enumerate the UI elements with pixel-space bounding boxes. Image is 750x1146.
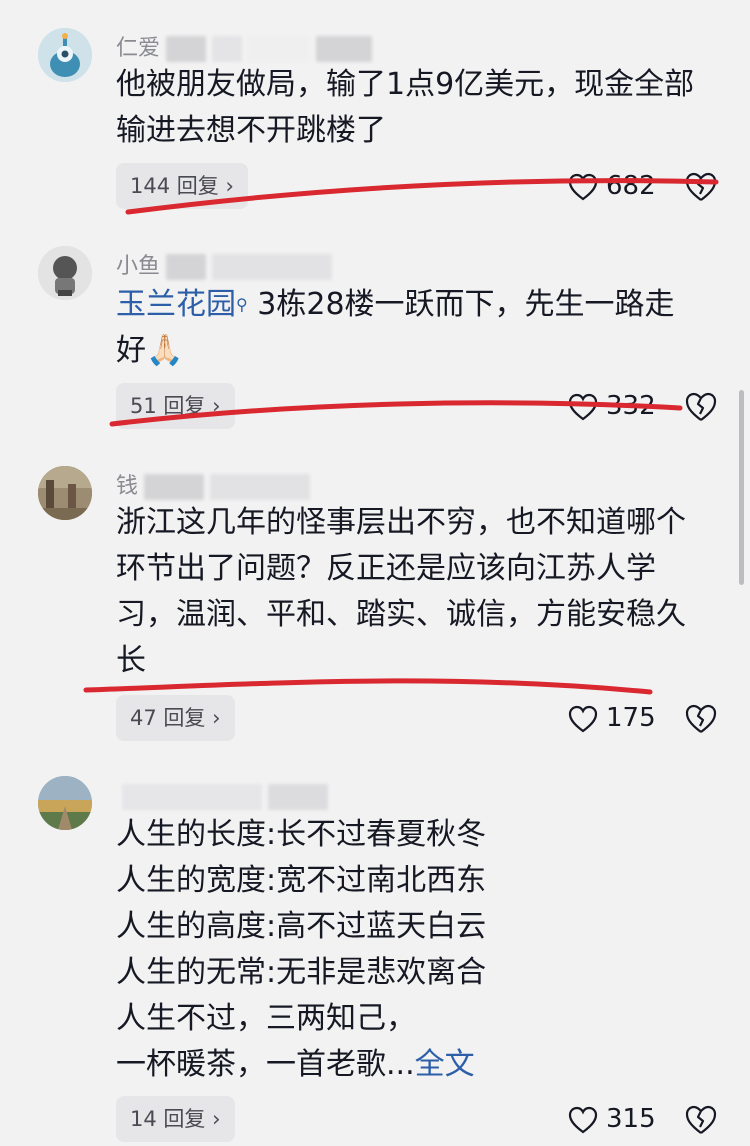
username[interactable] (116, 784, 328, 810)
scrollbar[interactable] (739, 390, 744, 585)
comment-line: 习，温润、平和、踏实、诚信，方能安稳久 (116, 597, 686, 632)
comment-line: 玉兰花园⚲ 3栋28楼一跃而下，先生一路走 (116, 282, 726, 328)
username[interactable]: 仁爱 (116, 30, 373, 62)
comment-text: 人生的长度:长不过春夏秋冬 人生的宽度:宽不过南北西东 人生的高度:高不过蓝天白… (116, 812, 726, 1088)
chevron-right-icon: › (212, 394, 221, 418)
expand-link[interactable]: 全文 (415, 1047, 475, 1082)
broken-heart-icon[interactable] (684, 702, 718, 736)
username[interactable]: 钱 (116, 468, 311, 500)
like-count: 175 (606, 703, 656, 733)
comment-line: 人生不过，三两知己， (116, 1001, 416, 1036)
heart-icon (568, 173, 598, 200)
username-text: 仁爱 (116, 36, 161, 61)
comment-line: 一杯暖茶，一首老歌...全文 (116, 1042, 726, 1088)
avatar[interactable] (38, 28, 92, 82)
replies-button[interactable]: 144 回复 › (116, 163, 248, 209)
heart-icon (568, 393, 598, 420)
replies-label: 47 回复 (130, 706, 206, 730)
chevron-right-icon: › (225, 174, 234, 198)
comment-text: 玉兰花园⚲ 3栋28楼一跃而下，先生一路走 好🙏🏻 (116, 282, 726, 374)
comment-text: 他被朋友做局，输了1点9亿美元，现金全部 输进去想不开跳楼了 (116, 62, 726, 154)
like-count: 682 (606, 171, 656, 201)
comment-line-text: 3栋28楼一跃而下，先生一路走 (257, 287, 675, 322)
avatar[interactable] (38, 466, 92, 520)
comment-line: 输进去想不开跳楼了 (116, 113, 386, 148)
heart-icon (568, 1106, 598, 1133)
replies-label: 144 回复 (130, 174, 219, 198)
username-text: 小鱼 (116, 254, 161, 279)
search-icon[interactable]: ⚲ (236, 295, 248, 314)
replies-button[interactable]: 51 回复 › (116, 383, 235, 429)
broken-heart-icon[interactable] (684, 390, 718, 424)
comment-text: 浙江这几年的怪事层出不穷，也不知道哪个 环节出了问题？反正还是应该向江苏人学 习… (116, 500, 726, 684)
comment-line: 人生的宽度:宽不过南北西东 (116, 863, 487, 898)
comment-line: 人生的长度:长不过春夏秋冬 (116, 817, 487, 852)
comment-line: 人生的高度:高不过蓝天白云 (116, 909, 487, 944)
like-count: 332 (606, 391, 656, 421)
replies-label: 51 回复 (130, 394, 206, 418)
comment-line: 他被朋友做局，输了1点9亿美元，现金全部 (116, 67, 695, 102)
location-link[interactable]: 玉兰花园 (116, 287, 236, 322)
comment-line-text: 一杯暖茶，一首老歌... (116, 1047, 415, 1082)
replies-button[interactable]: 47 回复 › (116, 695, 235, 741)
like-button[interactable]: 682 (568, 166, 656, 206)
comment-line: 好🙏🏻 (116, 333, 184, 368)
like-button[interactable]: 315 (568, 1099, 656, 1139)
username[interactable]: 小鱼 (116, 248, 333, 280)
replies-button[interactable]: 14 回复 › (116, 1096, 235, 1142)
comment-line: 人生的无常:无非是悲欢离合 (116, 955, 487, 990)
chevron-right-icon: › (212, 1107, 221, 1131)
broken-heart-icon[interactable] (684, 1103, 718, 1137)
like-button[interactable]: 332 (568, 386, 656, 426)
broken-heart-icon[interactable] (684, 170, 718, 204)
comment-line: 环节出了问题？反正还是应该向江苏人学 (116, 551, 656, 586)
comment-line: 长 (116, 643, 146, 678)
like-button[interactable]: 175 (568, 698, 656, 738)
avatar[interactable] (38, 246, 92, 300)
replies-label: 14 回复 (130, 1107, 206, 1131)
like-count: 315 (606, 1104, 656, 1134)
username-text: 钱 (116, 474, 139, 499)
comment-line: 浙江这几年的怪事层出不穷，也不知道哪个 (116, 505, 686, 540)
avatar[interactable] (38, 776, 92, 830)
heart-icon (568, 705, 598, 732)
chevron-right-icon: › (212, 706, 221, 730)
